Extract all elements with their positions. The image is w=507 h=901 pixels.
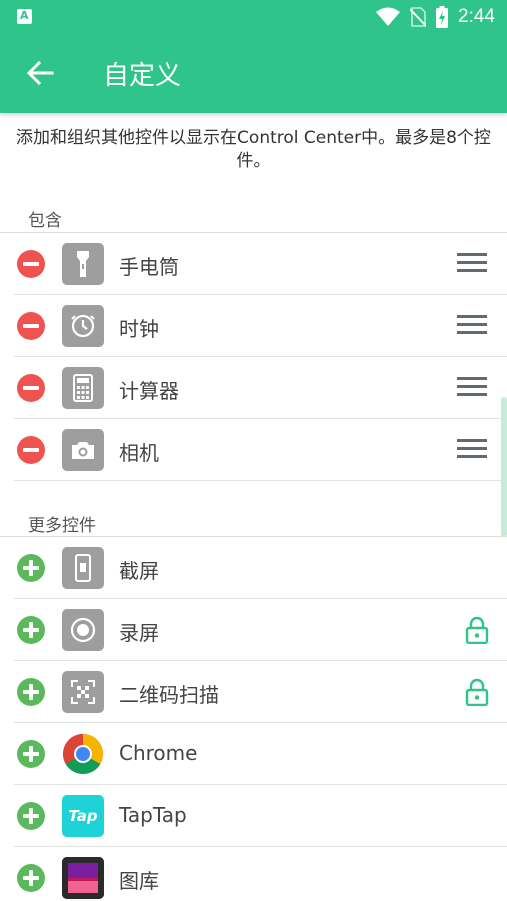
item-label: 录屏 [119,621,159,645]
gallery-icon [62,857,104,899]
item-label: 手电筒 [119,255,179,279]
remove-button[interactable] [17,436,45,464]
remove-button[interactable] [17,250,45,278]
back-arrow-icon[interactable] [22,55,58,91]
drag-handle-icon[interactable] [457,315,487,337]
qr-scan-icon [62,671,104,713]
lock-icon [465,678,489,706]
lock-icon [465,616,489,644]
included-item: 相机 [0,419,507,481]
add-button[interactable] [17,740,45,768]
remove-button[interactable] [17,312,45,340]
timer-icon [62,305,104,347]
section-header-included: 包含 [28,211,62,231]
app-bar: 自定义 [0,33,507,113]
add-button[interactable] [17,616,45,644]
item-label: 相机 [119,441,159,465]
section-header-more: 更多控件 [28,516,96,536]
add-button[interactable] [17,864,45,892]
more-item: 二维码扫描 [0,661,507,723]
drag-handle-icon[interactable] [457,439,487,461]
item-label: TapTap [119,803,187,827]
screen-record-icon [62,609,104,651]
battery-charging-icon [436,6,449,28]
calculator-icon [62,367,104,409]
item-label: 截屏 [119,559,159,583]
taptap-logo-text: Tap [68,807,98,825]
camera-icon [62,429,104,471]
item-label: 计算器 [119,379,179,403]
taptap-icon: Tap [62,795,104,837]
more-item: 图库 [0,847,507,901]
wifi-icon [376,7,401,26]
status-time: 2:44 [458,6,495,27]
add-button[interactable] [17,802,45,830]
item-label: 二维码扫描 [119,683,219,707]
description-text: 添加和组织其他控件以显示在Control Center中。最多是8个控件。 [16,128,491,171]
more-item: 录屏 [0,599,507,661]
row-divider [14,480,507,481]
drag-handle-icon[interactable] [457,377,487,399]
scrollbar[interactable] [501,397,507,537]
item-label: 时钟 [119,317,159,341]
flashlight-icon [62,243,104,285]
page-title: 自定义 [103,61,182,91]
screenshot-icon [62,547,104,589]
add-button[interactable] [17,554,45,582]
no-sim-icon [410,7,427,27]
more-item: Chrome [0,723,507,785]
status-bar: 2:44 [0,0,507,33]
included-item: 时钟 [0,295,507,357]
remove-button[interactable] [17,374,45,402]
included-item: 计算器 [0,357,507,419]
notification-app-icon [17,9,32,24]
status-icons: 2:44 [376,4,495,30]
included-item: 手电筒 [0,233,507,295]
add-button[interactable] [17,678,45,706]
more-item: Tap TapTap [0,785,507,847]
more-item: 截屏 [0,537,507,599]
chrome-icon [62,733,104,775]
item-label: Chrome [119,741,198,765]
item-label: 图库 [119,869,159,893]
drag-handle-icon[interactable] [457,253,487,275]
